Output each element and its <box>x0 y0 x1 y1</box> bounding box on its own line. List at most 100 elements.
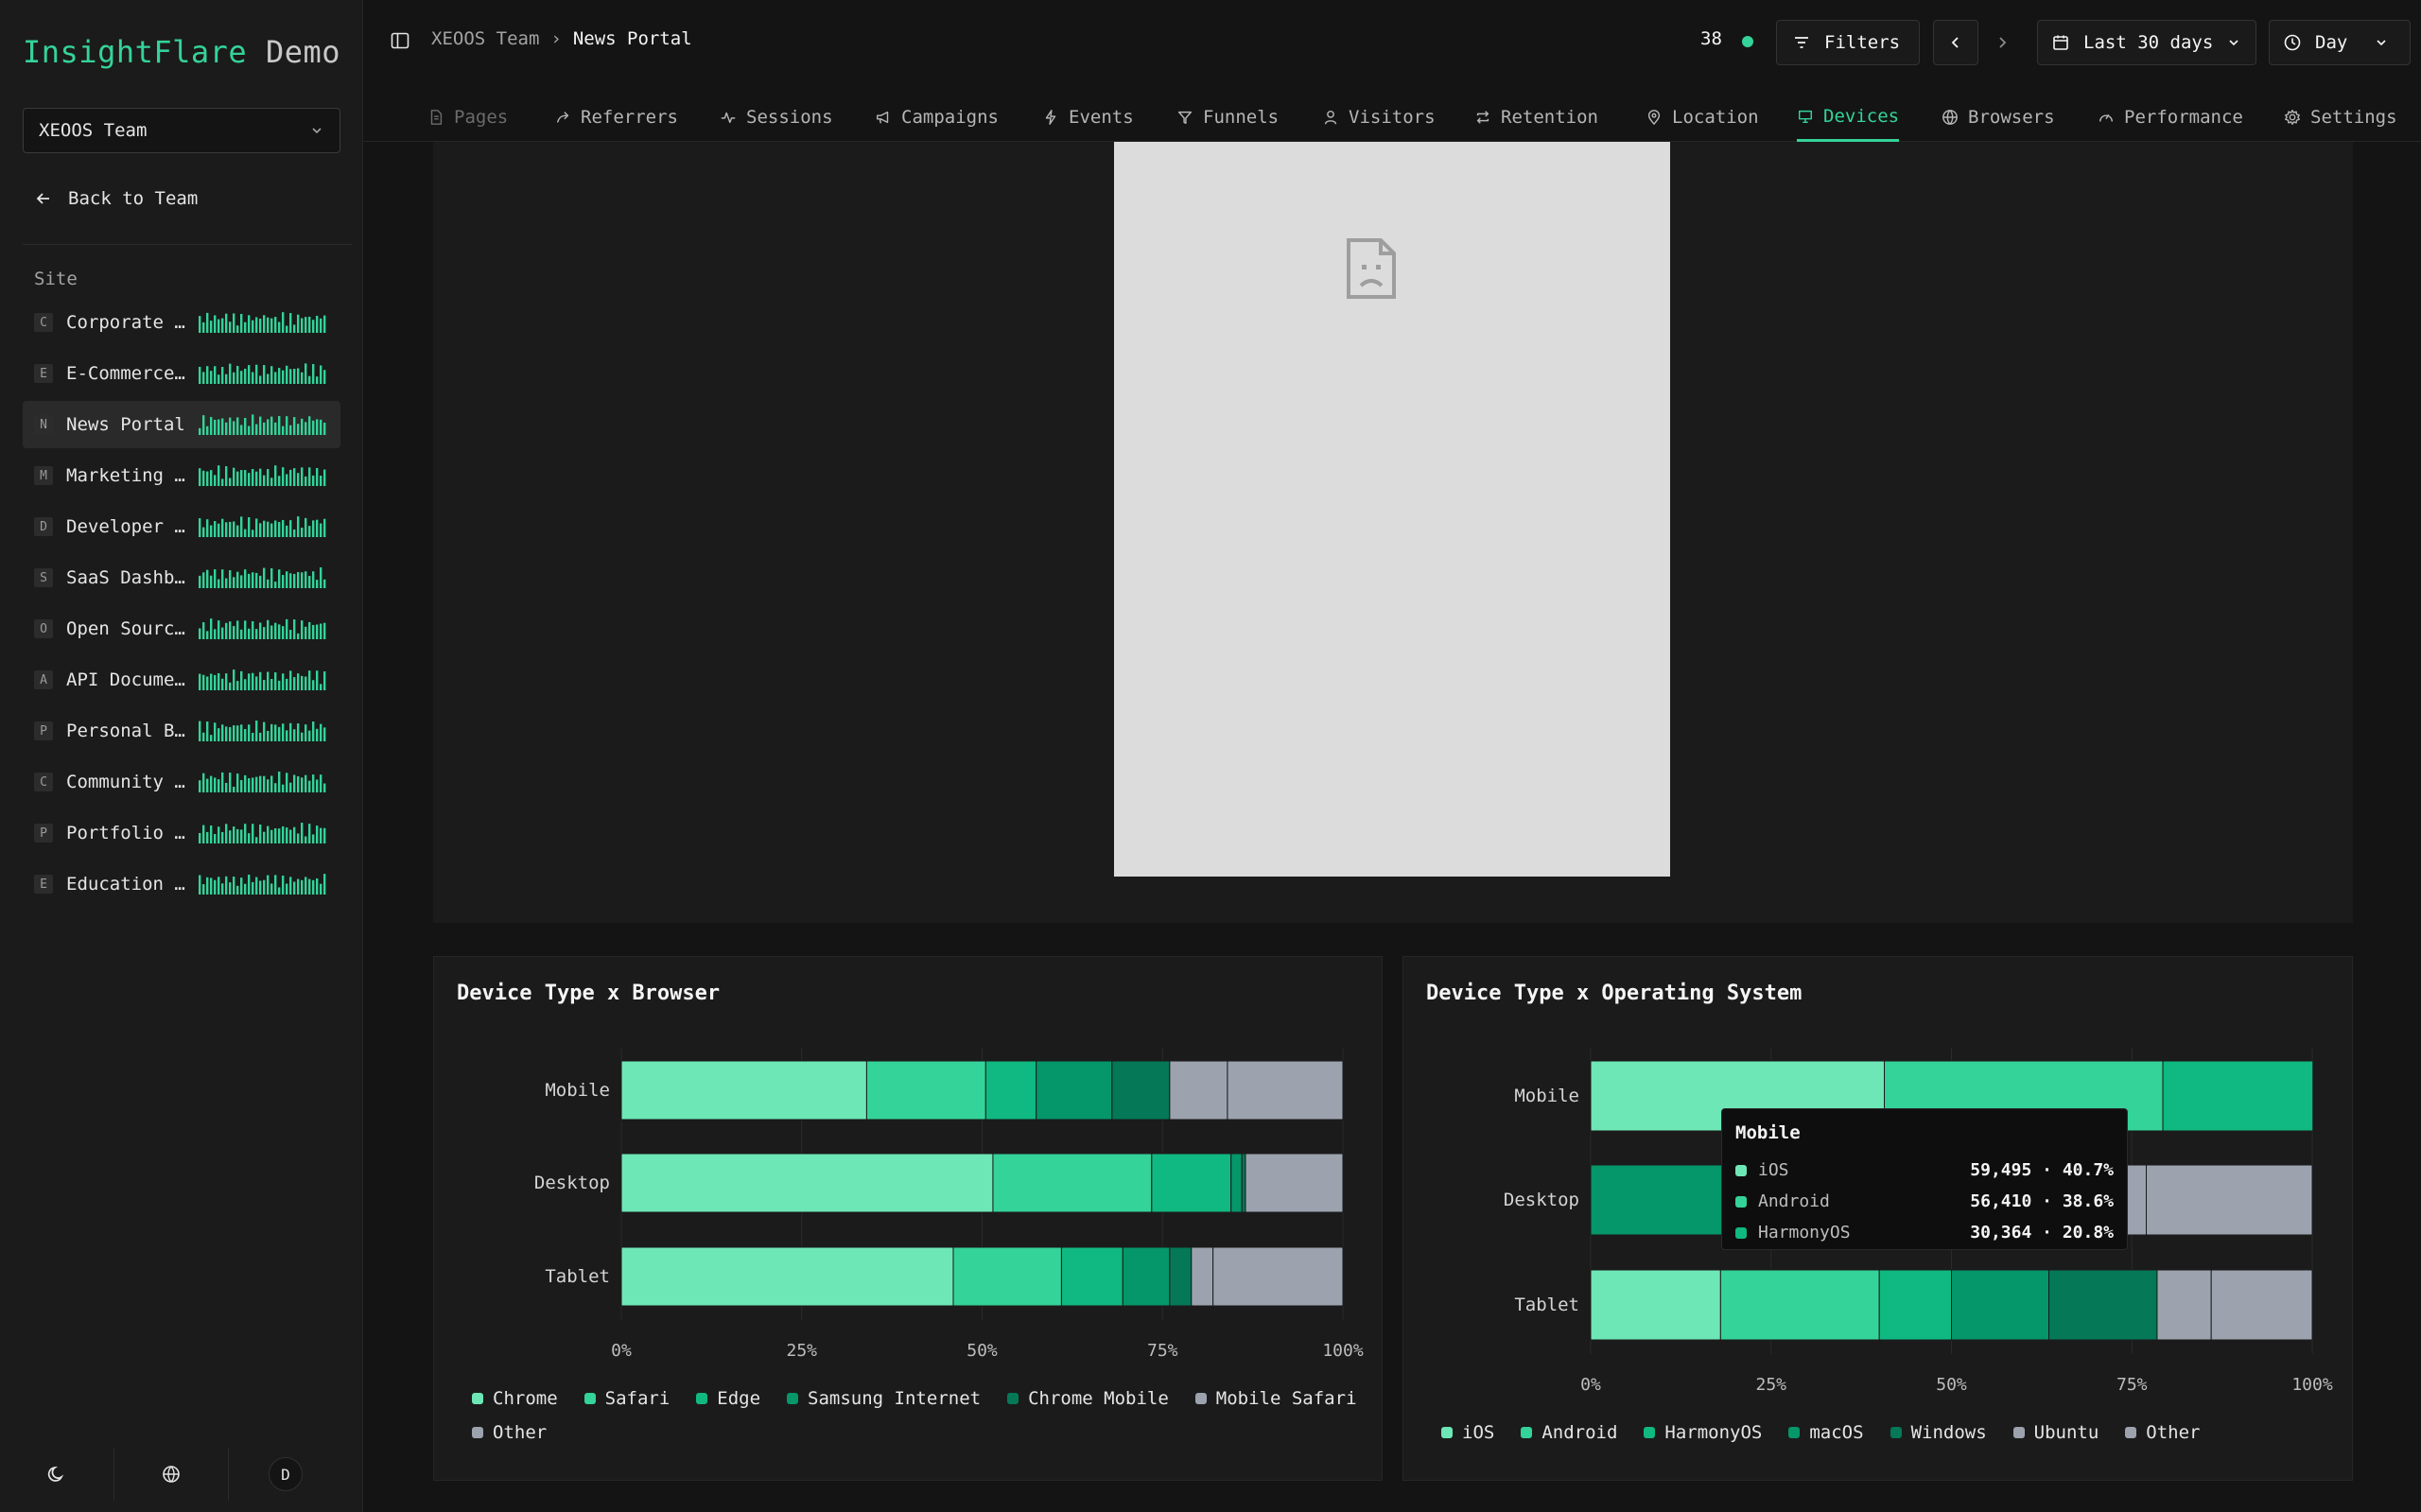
bar-segment-chrome[interactable] <box>620 1060 867 1121</box>
sparkline-bar <box>206 721 209 741</box>
tab-funnels[interactable]: Funnels <box>1176 93 1279 142</box>
site-item[interactable]: M Marketing Landing <box>23 452 340 499</box>
bar-segment-mobile-safari[interactable] <box>1169 1060 1228 1121</box>
legend-item[interactable]: Samsung Internet <box>787 1388 981 1409</box>
site-item[interactable]: A API Documentation <box>23 656 340 704</box>
legend-item[interactable]: Chrome Mobile <box>1007 1388 1169 1409</box>
sparkline-bar <box>270 568 273 588</box>
tab-location[interactable]: Location <box>1646 93 1759 142</box>
sparkline-bar <box>233 467 235 486</box>
sparkline-bar <box>320 475 322 486</box>
legend-item[interactable]: Android <box>1521 1422 1617 1443</box>
sparkline-bar <box>199 427 201 435</box>
site-item[interactable]: E Education Platform <box>23 860 340 908</box>
bar-segment-samsung-internet[interactable] <box>1230 1153 1243 1213</box>
tab-performance[interactable]: Performance <box>2098 93 2243 142</box>
bar-segment-chrome-mobile[interactable] <box>1111 1060 1171 1121</box>
site-item[interactable]: E E-Commerce Store <box>23 350 340 397</box>
breadcrumb-team[interactable]: XEOOS Team <box>431 28 539 49</box>
bar-segment-chrome-mobile[interactable] <box>1169 1246 1193 1307</box>
granularity-select[interactable]: Day <box>2269 20 2411 65</box>
site-item[interactable]: N News Portal <box>23 401 340 448</box>
site-letter-badge: D <box>34 517 53 536</box>
site-item[interactable]: C Community Forum <box>23 758 340 806</box>
sparkline-bar <box>214 569 217 588</box>
legend-item[interactable]: Other <box>472 1422 547 1443</box>
legend-item[interactable]: Chrome <box>472 1388 558 1409</box>
tab-pages[interactable]: Pages <box>427 93 508 142</box>
legend-item[interactable]: Mobile Safari <box>1194 1388 1357 1409</box>
bar-segment-edge[interactable] <box>1060 1246 1123 1307</box>
tab-visitors[interactable]: Visitors <box>1322 93 1436 142</box>
site-item[interactable]: P Personal Blog <box>23 707 340 755</box>
bar-segment-edge[interactable] <box>984 1060 1037 1121</box>
sparkline-bar <box>255 877 258 895</box>
tab-retention[interactable]: Retention <box>1474 93 1598 142</box>
online-visitor-count: 38 <box>1700 28 1722 49</box>
legend-item[interactable]: Ubuntu <box>2012 1422 2099 1443</box>
site-item[interactable]: C Corporate Website <box>23 299 340 346</box>
bar-segment-other[interactable] <box>2146 1164 2313 1236</box>
bar-segment-harmonyos[interactable] <box>2162 1060 2314 1132</box>
theme-toggle-button[interactable] <box>0 1448 113 1501</box>
tab-referrers[interactable]: Referrers <box>554 93 678 142</box>
next-period-button[interactable] <box>1979 20 2025 65</box>
tab-sessions[interactable]: Sessions <box>720 93 833 142</box>
back-to-team-link[interactable]: Back to Team <box>34 185 198 212</box>
bar-segment-ios[interactable] <box>1590 1269 1721 1341</box>
bar-segment-harmonyos[interactable] <box>1878 1269 1953 1341</box>
sidebar-toggle-button[interactable] <box>390 30 410 55</box>
sparkline-bar <box>236 365 239 384</box>
legend-item[interactable]: Edge <box>696 1388 760 1409</box>
sparkline-bar <box>270 478 273 486</box>
tab-browsers[interactable]: Browsers <box>1942 93 2055 142</box>
site-item[interactable]: P Portfolio Site <box>23 809 340 857</box>
previous-period-button[interactable] <box>1933 20 1978 65</box>
tab-settings[interactable]: Settings <box>2284 93 2397 142</box>
legend-item[interactable]: HarmonyOS <box>1644 1422 1762 1443</box>
tab-devices[interactable]: Devices <box>1797 93 1900 142</box>
bar-segment-mobile-safari[interactable] <box>1191 1246 1214 1307</box>
bar-segment-other[interactable] <box>1212 1246 1344 1307</box>
legend-item[interactable]: iOS <box>1441 1422 1494 1443</box>
team-select[interactable]: XEOOS Team <box>23 108 340 153</box>
tab-events[interactable]: Events <box>1042 93 1134 142</box>
site-item[interactable]: O Open Source Project <box>23 605 340 652</box>
sparkline-bar <box>293 826 296 843</box>
user-menu-button[interactable]: D <box>229 1448 342 1501</box>
bar-segment-chrome[interactable] <box>620 1246 954 1307</box>
filters-button[interactable]: Filters <box>1776 20 1920 65</box>
bar-segment-macos[interactable] <box>1951 1269 2050 1341</box>
site-item[interactable]: S SaaS Dashboard <box>23 554 340 601</box>
legend-item[interactable]: macOS <box>1788 1422 1864 1443</box>
bar-segment-safari[interactable] <box>865 1060 986 1121</box>
bar-segment-other[interactable] <box>2210 1269 2313 1341</box>
bar-segment-safari[interactable] <box>992 1153 1153 1213</box>
bar-segment-chrome-mobile[interactable] <box>1241 1153 1246 1213</box>
legend-item[interactable]: Safari <box>583 1388 670 1409</box>
granularity-label: Day <box>2315 32 2348 53</box>
sparkline-bar <box>252 824 254 843</box>
bar-segment-samsung-internet[interactable] <box>1122 1246 1171 1307</box>
app-title[interactable]: InsightFlare Demo <box>23 34 340 70</box>
bar-segment-other[interactable] <box>1245 1153 1344 1213</box>
legend-item[interactable]: Windows <box>1890 1422 1987 1443</box>
bar-segment-other[interactable] <box>1227 1060 1344 1121</box>
site-item[interactable]: D Developer Docs <box>23 503 340 550</box>
bar-segment-edge[interactable] <box>1151 1153 1232 1213</box>
bar-segment-android[interactable] <box>1719 1269 1880 1341</box>
sparkline-bar <box>210 525 213 537</box>
sparkline-bar <box>255 364 258 384</box>
app-brand: InsightFlare <box>23 34 248 70</box>
bar-segment-windows[interactable] <box>2048 1269 2158 1341</box>
sparkline-bar <box>199 832 201 843</box>
bar-segment-ubuntu[interactable] <box>2156 1269 2212 1341</box>
tab-campaigns[interactable]: Campaigns <box>875 93 999 142</box>
language-button[interactable] <box>114 1448 228 1501</box>
date-range-select[interactable]: Last 30 days <box>2037 20 2256 65</box>
legend-item[interactable]: Other <box>2125 1422 2200 1443</box>
sparkline-bar <box>289 670 292 690</box>
bar-segment-safari[interactable] <box>952 1246 1062 1307</box>
bar-segment-samsung-internet[interactable] <box>1036 1060 1113 1121</box>
bar-segment-chrome[interactable] <box>620 1153 994 1213</box>
